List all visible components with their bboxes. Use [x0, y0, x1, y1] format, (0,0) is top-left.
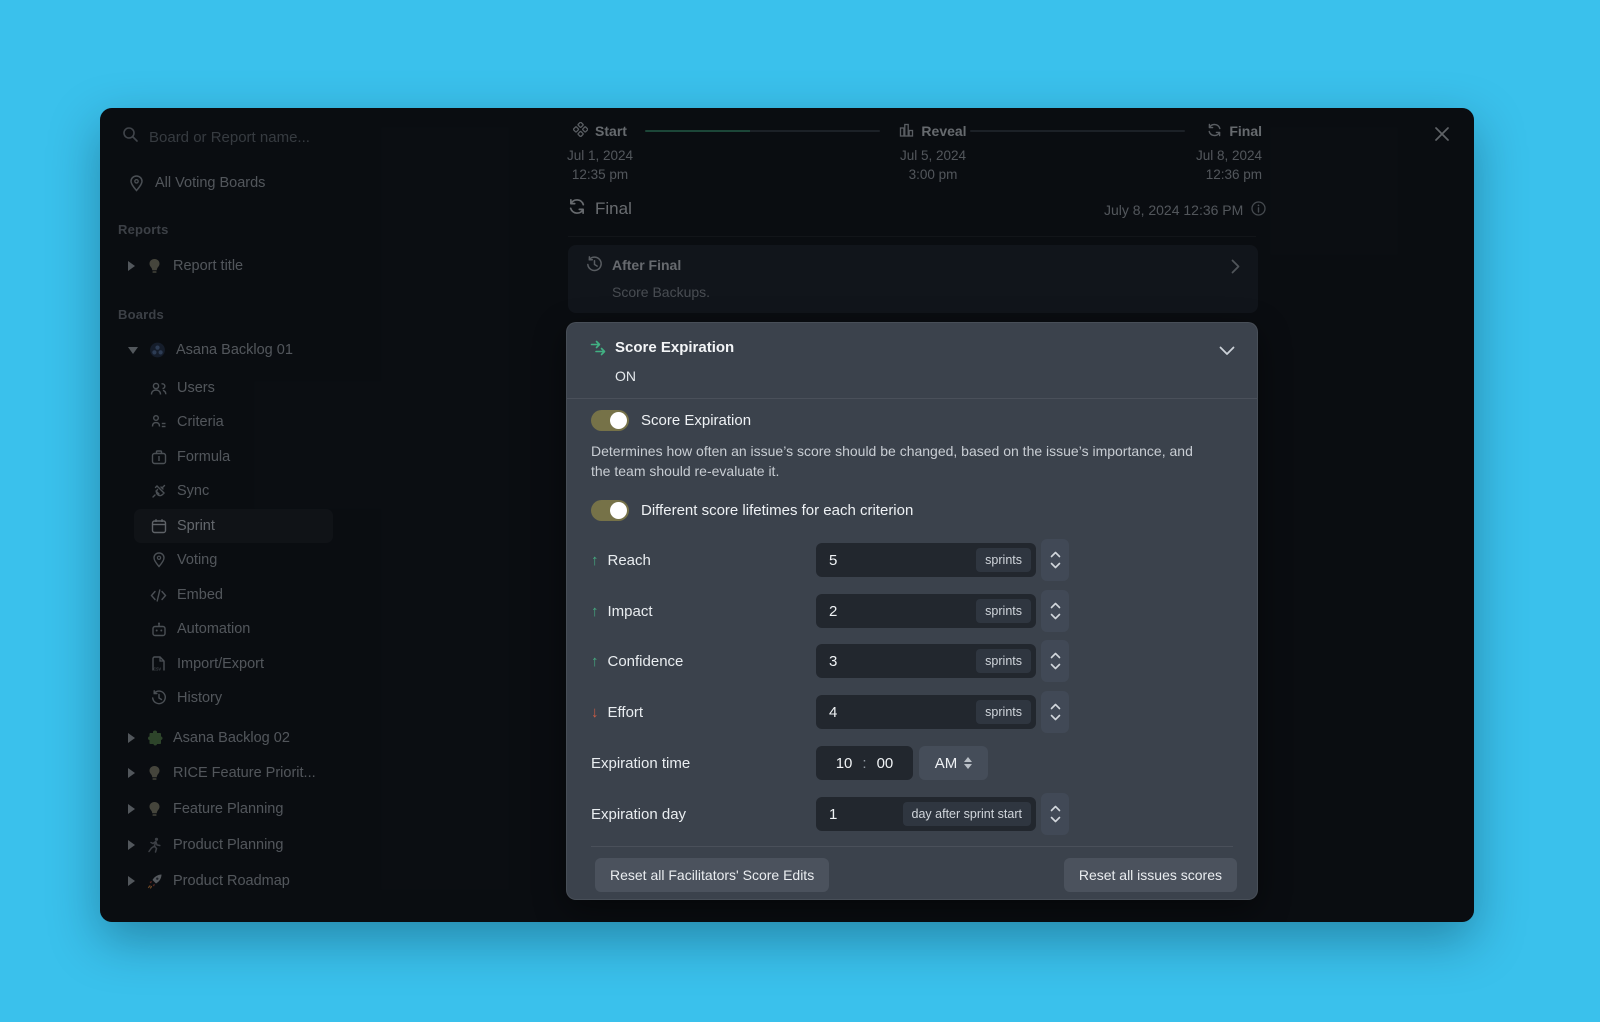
- score-expiration-icon: [590, 339, 609, 362]
- arrow-up-icon: ↑: [591, 551, 599, 569]
- panel-description: Determines how often an issue’s score sh…: [591, 443, 1193, 479]
- reach-stepper[interactable]: [1041, 539, 1069, 581]
- expiration-time-label: Expiration time: [591, 754, 691, 772]
- unit-chip: day after sprint start: [902, 802, 1031, 826]
- divider: [591, 846, 1233, 847]
- reach-input-wrap: sprints: [816, 543, 1036, 577]
- hour-value[interactable]: 10: [836, 755, 853, 772]
- chevron-down-icon: [1050, 562, 1060, 569]
- time-colon: :: [862, 754, 867, 772]
- chevron-up-icon: [1050, 805, 1060, 812]
- expiration-day-label: Expiration day: [591, 805, 687, 823]
- criterion-row-confidence: ↑ Confidence sprints: [591, 640, 1235, 682]
- toggle-knob: [610, 412, 627, 429]
- different-lifetimes-toggle-label: Different score lifetimes for each crite…: [641, 502, 914, 519]
- different-lifetimes-toggle[interactable]: [591, 500, 629, 521]
- criterion-label: Impact: [607, 602, 653, 620]
- meridiem-value: AM: [934, 754, 958, 772]
- arrow-up-icon: ↑: [591, 652, 599, 670]
- criterion-row-impact: ↑ Impact sprints: [591, 590, 1235, 632]
- panel-status: ON: [615, 368, 636, 384]
- criterion-label: Reach: [607, 551, 651, 569]
- minute-value[interactable]: 00: [877, 755, 894, 772]
- arrow-down-icon: ↓: [591, 703, 599, 721]
- impact-stepper[interactable]: [1041, 590, 1069, 632]
- panel-title: Score Expiration: [615, 339, 735, 356]
- effort-input-wrap: sprints: [816, 695, 1036, 729]
- unit-chip: sprints: [976, 700, 1031, 724]
- criterion-row-reach: ↑ Reach sprints: [591, 539, 1235, 581]
- chevron-down-icon: [1050, 663, 1060, 670]
- effort-stepper[interactable]: [1041, 691, 1069, 733]
- sort-arrows-icon: [964, 757, 973, 769]
- time-input[interactable]: 10 : 00: [816, 746, 913, 780]
- unit-chip: sprints: [976, 599, 1031, 623]
- divider: [567, 398, 1257, 399]
- expiration-day-input-wrap: day after sprint start: [816, 797, 1036, 831]
- expiration-day-row: Expiration day day after sprint start: [591, 793, 1235, 835]
- reset-facilitators-edits-button[interactable]: Reset all Facilitators' Score Edits: [595, 858, 830, 892]
- criterion-row-effort: ↓ Effort sprints: [591, 691, 1235, 733]
- expiration-time-row: Expiration time 10 : 00 AM: [591, 746, 1235, 780]
- app-window: All Voting Boards Reports Report title B…: [100, 108, 1474, 922]
- unit-chip: sprints: [976, 649, 1031, 673]
- chevron-up-icon: [1050, 703, 1060, 710]
- chevron-down-icon: [1050, 816, 1060, 823]
- expiration-day-stepper[interactable]: [1041, 793, 1069, 835]
- confidence-stepper[interactable]: [1041, 640, 1069, 682]
- score-expiration-toggle-label: Score Expiration: [641, 412, 752, 429]
- criterion-label: Confidence: [607, 652, 684, 670]
- chevron-up-icon: [1050, 551, 1060, 558]
- arrow-up-icon: ↑: [591, 602, 599, 620]
- chevron-down-icon[interactable]: [1219, 343, 1235, 361]
- confidence-input-wrap: sprints: [816, 644, 1036, 678]
- unit-chip: sprints: [976, 548, 1031, 572]
- score-expiration-toggle[interactable]: [591, 410, 629, 431]
- reset-issues-scores-button[interactable]: Reset all issues scores: [1063, 858, 1237, 892]
- chevron-down-icon: [1050, 714, 1060, 721]
- meridiem-select[interactable]: AM: [919, 746, 988, 780]
- toggle-knob: [610, 502, 627, 519]
- chevron-down-icon: [1050, 613, 1060, 620]
- criterion-label: Effort: [607, 703, 644, 721]
- chevron-up-icon: [1050, 652, 1060, 659]
- impact-input-wrap: sprints: [816, 594, 1036, 628]
- score-expiration-panel: Score Expiration ON Score Expiration Det…: [566, 322, 1258, 900]
- chevron-up-icon: [1050, 602, 1060, 609]
